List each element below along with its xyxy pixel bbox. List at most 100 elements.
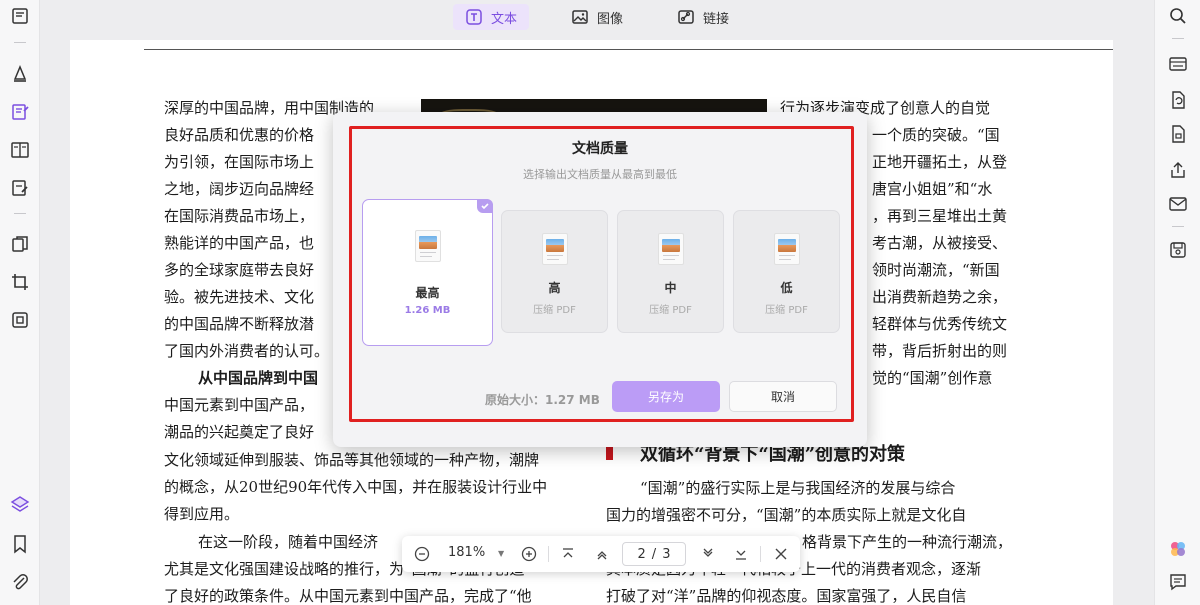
attachment-icon[interactable] [8, 570, 32, 594]
text-line[interactable]: 得到应用。 [164, 502, 239, 526]
double-chevron-down-icon [736, 550, 746, 560]
text-line[interactable]: 带，背后折射出的则 [872, 339, 1007, 363]
dialog-title: 文档质量 [572, 141, 628, 157]
text-line[interactable]: 在国际消费品市场上， [164, 204, 314, 228]
text-line[interactable]: 了国内外消费者的认可。 [164, 339, 329, 363]
text-line[interactable]: 考古潮，从被接受、 [872, 231, 1007, 255]
tab-image-label: 图像 [596, 11, 623, 27]
text-line-bold[interactable]: 从中国品牌到中国 [198, 366, 318, 390]
chevron-down-icon[interactable]: ▼ [498, 549, 504, 558]
comment-pen-icon[interactable] [8, 62, 32, 86]
previous-page-button[interactable] [592, 544, 612, 564]
toolbar-divider [548, 546, 549, 562]
text-line[interactable]: ，再到三星堆出土黄 [872, 204, 1007, 228]
convert-icon[interactable] [1166, 88, 1190, 112]
quality-option-low[interactable]: 低 压缩 PDF [733, 210, 840, 333]
ai-assistant-icon[interactable] [1166, 537, 1190, 561]
text-line[interactable]: 为引领，在国际市场上 [164, 150, 314, 174]
search-icon[interactable] [1166, 4, 1190, 28]
form-fill-icon[interactable] [8, 176, 32, 200]
text-line[interactable]: 唐宫小姐姐”和“水 [872, 177, 992, 201]
text-line[interactable]: 出消费新趋势之余， [872, 285, 1007, 309]
tab-image[interactable]: 图像 [559, 4, 635, 30]
zoom-out-button[interactable] [412, 544, 432, 564]
organize-pages-icon[interactable] [8, 232, 32, 256]
text-line[interactable]: 了良好的政策条件。从中国元素到中国产品，完成了“他 [164, 584, 532, 605]
text-line[interactable]: 的中国品牌不断释放潜 [164, 312, 314, 336]
text-line[interactable]: 之地，阔步迈向品牌经 [164, 177, 314, 201]
left-sidebar [0, 0, 40, 605]
first-page-button[interactable] [558, 544, 578, 564]
text-line[interactable]: 多的全球家庭带去良好 [164, 258, 314, 282]
pdf-thumbnail-icon [773, 233, 800, 265]
image-icon [572, 10, 588, 24]
tab-link[interactable]: 链接 [665, 4, 741, 30]
header-rule [144, 49, 1113, 50]
text-line[interactable]: 正地开疆拓土，从登 [872, 150, 1007, 174]
reader-mode-icon[interactable] [8, 4, 32, 28]
page-layout-icon[interactable] [8, 138, 32, 162]
text-line[interactable]: 打破了对“洋”品牌的仰视态度。国家富强了，人民自信 [606, 584, 966, 605]
share-icon[interactable] [1166, 158, 1190, 182]
cancel-button[interactable]: 取消 [729, 381, 837, 412]
dialog-subtitle: 选择输出文档质量从最高到最低 [523, 168, 677, 181]
chevron-down-icon [703, 548, 713, 557]
zoom-level[interactable]: 181% [448, 545, 485, 560]
tab-text[interactable]: 文本 [452, 4, 529, 30]
quality-option-sub: 压缩 PDF [649, 305, 692, 316]
toolbar-divider [760, 546, 761, 562]
quality-option-medium[interactable]: 中 压缩 PDF [617, 210, 724, 333]
close-icon [775, 548, 787, 560]
original-size-label: 原始大小：1.27 MB [485, 393, 600, 407]
text-line[interactable]: 中国元素到中国产品， [164, 393, 314, 417]
quality-option-high[interactable]: 高 压缩 PDF [501, 210, 608, 333]
tab-text-label: 文本 [490, 11, 517, 27]
crop-icon[interactable] [8, 270, 32, 294]
quality-option-label: 最高 [415, 286, 440, 300]
zoom-toolbar: 181% ▼ 2 / 3 [402, 536, 800, 572]
check-icon [477, 199, 493, 213]
comment-icon[interactable] [1166, 570, 1190, 594]
last-page-button[interactable] [731, 544, 751, 564]
quality-option-highest[interactable]: 最高 1.26 MB [362, 199, 493, 346]
edit-pdf-icon[interactable] [8, 100, 32, 124]
right-sidebar [1154, 0, 1200, 605]
text-line[interactable]: “国潮”的盛行实际上是与我国经济的发展与综合 [640, 476, 955, 500]
ocr-icon[interactable] [1166, 52, 1190, 76]
quality-option-sub: 压缩 PDF [765, 305, 808, 316]
save-as-button[interactable]: 另存为 [612, 381, 720, 412]
text-line[interactable]: 领时尚潮流，“新国 [872, 258, 1000, 282]
text-line[interactable]: 的概念，从20世纪90年代传入中国，并在服装设计行业中 [164, 475, 547, 499]
protect-icon[interactable] [1166, 122, 1190, 146]
text-line[interactable]: 一个质的突破。“国 [872, 123, 1000, 147]
pdf-thumbnail-icon [541, 233, 568, 265]
text-line[interactable]: 格背景下产生的一种流行潮流， [802, 530, 1012, 554]
text-line[interactable]: 国力的增强密不可分，“国潮”的本质实际上就是文化自 [606, 503, 966, 527]
compress-icon[interactable] [8, 308, 32, 332]
quality-option-sub: 压缩 PDF [533, 305, 576, 316]
text-line[interactable]: 在这一阶段，随着中国经济 [198, 530, 378, 554]
layers-icon[interactable] [8, 492, 32, 516]
text-line[interactable]: 熟能详的中国产品，也 [164, 231, 314, 255]
top-toolbar: 文本 图像 链接 [40, 0, 1154, 34]
text-line[interactable]: 良好品质和优惠的价格 [164, 123, 314, 147]
text-line[interactable]: 觉的“国潮”创作意 [872, 366, 992, 390]
close-toolbar-button[interactable] [771, 544, 791, 564]
minus-circle-icon [414, 546, 430, 562]
email-icon[interactable] [1166, 192, 1190, 216]
text-line[interactable]: 验。被先进技术、文化 [164, 285, 314, 309]
pdf-thumbnail-icon [414, 230, 441, 262]
chevron-up-icon [597, 551, 607, 560]
save-icon[interactable] [1166, 238, 1190, 262]
sidebar-divider [1172, 226, 1184, 227]
sidebar-divider [1172, 38, 1184, 39]
bookmark-icon[interactable] [8, 532, 32, 556]
text-line[interactable]: 文化领域延伸到服装、饰品等其他领域的一种产物，潮牌 [164, 448, 539, 472]
text-line[interactable]: 轻群体与优秀传统文 [872, 312, 1007, 336]
next-page-button[interactable] [698, 544, 718, 564]
zoom-in-button[interactable] [519, 544, 539, 564]
plus-circle-icon [521, 546, 537, 562]
text-line[interactable]: 潮品的兴起奠定了良好 [164, 420, 314, 444]
page-number-input[interactable]: 2 / 3 [622, 542, 686, 566]
pdf-thumbnail-icon [657, 233, 684, 265]
